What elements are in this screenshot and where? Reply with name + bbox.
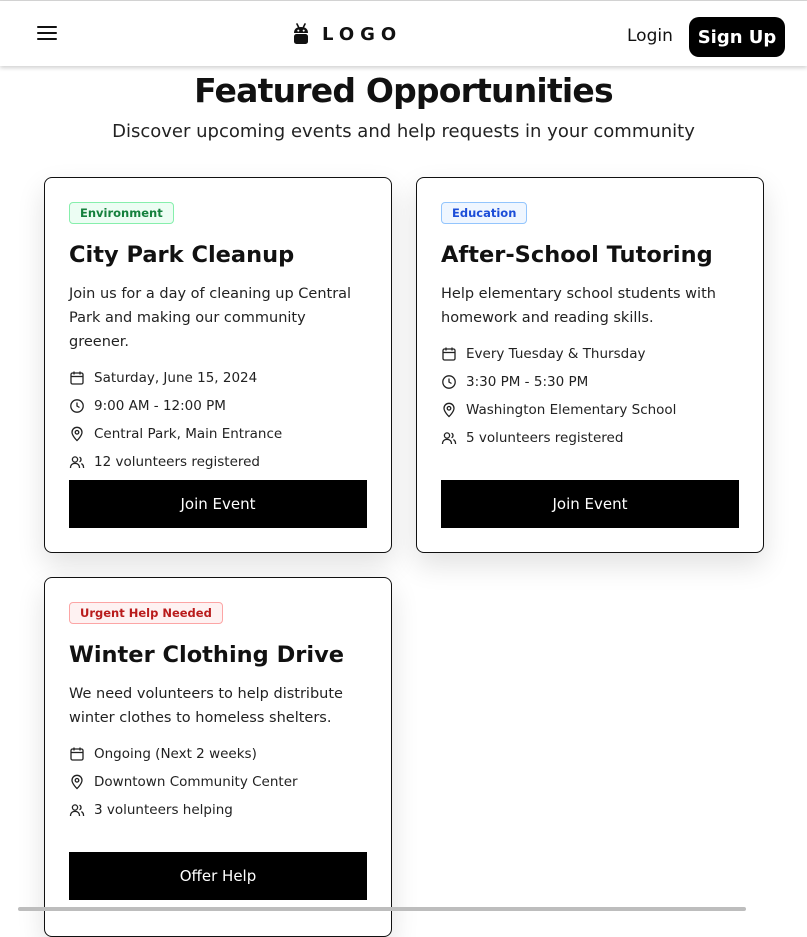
map-pin-icon (443, 402, 455, 418)
event-time: 9:00 AM - 12:00 PM (69, 392, 367, 420)
event-date: Ongoing (Next 2 weeks) (69, 740, 367, 768)
event-date: Every Tuesday & Thursday (441, 340, 739, 368)
event-location: Downtown Community Center (69, 768, 367, 796)
event-volunteers-text: 5 volunteers registered (466, 430, 624, 446)
card-description: We need volunteers to help distribute wi… (69, 686, 343, 726)
logo[interactable]: LOGO (292, 23, 402, 45)
clock-icon (442, 375, 456, 389)
event-time-text: 3:30 PM - 5:30 PM (466, 374, 589, 390)
event-time: 3:30 PM - 5:30 PM (441, 368, 739, 396)
event-volunteers: 3 volunteers helping (69, 796, 367, 824)
users-icon (69, 804, 85, 817)
card-title: After-School Tutoring (441, 242, 713, 268)
card-title: Winter Clothing Drive (69, 642, 345, 668)
hamburger-menu-icon[interactable] (37, 26, 57, 42)
calendar-icon (70, 371, 84, 385)
card-title: City Park Cleanup (69, 242, 295, 268)
top-navbar: LOGO Login Sign Up (0, 1, 807, 66)
opportunity-card: Education After-School Tutoring Help ele… (416, 177, 764, 553)
category-badge: Education (441, 202, 528, 224)
event-volunteers-text: 12 volunteers registered (94, 454, 261, 470)
event-location-text: Downtown Community Center (94, 774, 298, 790)
users-icon (69, 456, 85, 469)
horizontal-scrollbar[interactable] (18, 907, 746, 911)
users-icon (441, 432, 457, 445)
event-time-text: 9:00 AM - 12:00 PM (94, 398, 226, 414)
event-date: Saturday, June 15, 2024 (69, 364, 367, 392)
card-description: Join us for a day of cleaning up Central… (69, 286, 352, 350)
join-event-button[interactable]: Join Event (441, 480, 739, 528)
logo-text: LOGO (322, 23, 403, 45)
offer-help-button[interactable]: Offer Help (69, 852, 367, 900)
category-badge: Urgent Help Needed (69, 602, 223, 624)
calendar-icon (442, 347, 456, 361)
opportunity-card: Urgent Help Needed Winter Clothing Drive… (44, 577, 392, 937)
map-pin-icon (71, 426, 83, 442)
calendar-icon (70, 747, 84, 761)
event-date-text: Saturday, June 15, 2024 (94, 370, 258, 386)
event-volunteers: 5 volunteers registered (441, 424, 739, 452)
event-location: Central Park, Main Entrance (69, 420, 367, 448)
event-location-text: Washington Elementary School (466, 402, 677, 418)
event-date-text: Every Tuesday & Thursday (466, 346, 646, 362)
event-volunteers-text: 3 volunteers helping (94, 802, 233, 818)
page-subtitle: Discover upcoming events and help reques… (112, 121, 695, 142)
opportunity-card: Environment City Park Cleanup Join us fo… (44, 177, 392, 553)
page-title: Featured Opportunities (194, 71, 614, 110)
join-event-button[interactable]: Join Event (69, 480, 367, 528)
card-description: Help elementary school students with hom… (441, 286, 716, 326)
event-volunteers: 12 volunteers registered (69, 448, 367, 476)
map-pin-icon (71, 774, 83, 790)
event-location: Washington Elementary School (441, 396, 739, 424)
event-date-text: Ongoing (Next 2 weeks) (94, 746, 257, 762)
clock-icon (70, 399, 84, 413)
android-logo-icon (294, 23, 308, 44)
login-link[interactable]: Login (627, 26, 673, 46)
category-badge: Environment (69, 202, 174, 224)
event-location-text: Central Park, Main Entrance (94, 426, 283, 442)
signup-button[interactable]: Sign Up (689, 17, 785, 57)
